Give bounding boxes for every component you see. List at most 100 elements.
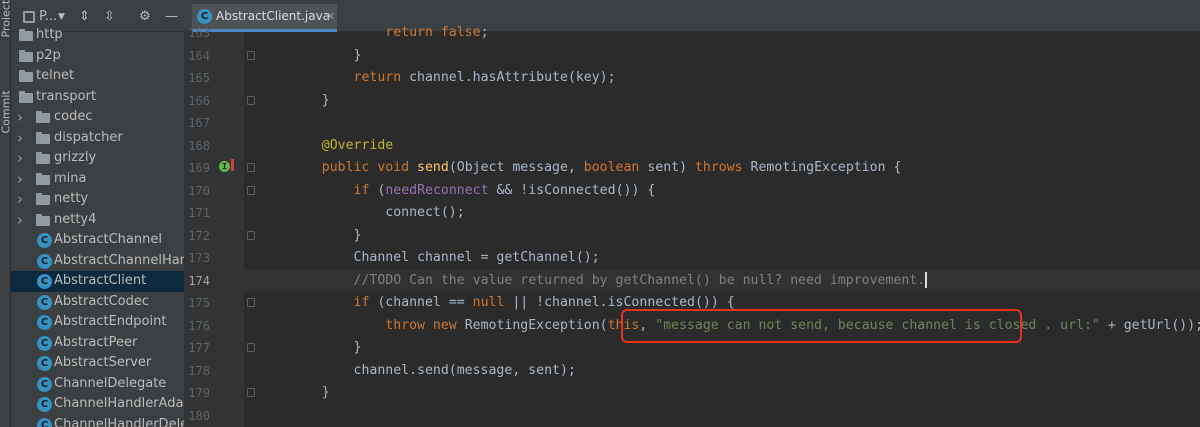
chevron-right-icon[interactable]: › (17, 169, 27, 190)
gear-icon[interactable]: ⚙ (139, 9, 151, 25)
code-token: needReconnect (385, 182, 489, 198)
code-line[interactable]: 179 } (184, 382, 1200, 405)
java-class-icon: C (37, 274, 52, 289)
java-class-icon: C (37, 417, 52, 427)
fold-marker-icon[interactable] (247, 343, 255, 352)
tree-item[interactable]: p2p (11, 46, 184, 67)
chevron-down-icon[interactable]: ▼ (58, 9, 65, 25)
code-line[interactable]: 180 (184, 405, 1200, 427)
tree-item[interactable]: › netty4 (11, 210, 184, 231)
code-line[interactable]: 170 if (needReconnect && !isConnected())… (184, 180, 1200, 203)
tree-item[interactable]: › dispatcher (11, 128, 184, 149)
fold-marker-icon[interactable] (247, 163, 255, 172)
fold-marker-icon[interactable] (247, 185, 255, 195)
code-line[interactable]: 168 @Override (184, 135, 1200, 158)
java-class-icon: C (37, 376, 52, 392)
code-token: } (290, 340, 362, 355)
tree-item-label: ChannelDelegate (54, 375, 167, 391)
hide-panel-icon[interactable]: — (165, 9, 178, 25)
tree-item[interactable]: › netty (11, 189, 184, 210)
tree-item-label: mina (54, 170, 87, 186)
tree-item[interactable]: C AbstractServer (11, 353, 184, 374)
code-line[interactable]: 166 } (184, 90, 1200, 113)
tree-item[interactable]: C ChannelHandlerAdap (11, 394, 184, 415)
code-line[interactable]: 167 (184, 112, 1200, 135)
tree-item[interactable]: C ChannelDelegate (11, 374, 184, 395)
chevron-right-icon[interactable]: › (17, 148, 27, 169)
code-text: Channel channel = getChannel(); (290, 247, 600, 270)
code-line[interactable]: 174 //TODO Can the value returned by get… (184, 269, 1200, 292)
code-line[interactable]: 164 } (184, 45, 1200, 68)
code-text: if (needReconnect && !isConnected()) { (290, 180, 656, 203)
code-token: throws (694, 160, 751, 175)
code-line[interactable]: 163 return false; (184, 22, 1200, 45)
override-arrow-icon (231, 159, 234, 171)
line-number: 171 (188, 206, 210, 220)
fold-marker-icon[interactable] (247, 50, 255, 60)
tree-item[interactable]: C AbstractCodec (11, 292, 184, 313)
expand-all-icon[interactable]: ⇕ (79, 9, 90, 25)
tree-item[interactable]: C AbstractChannelHan (11, 251, 184, 272)
tree-item[interactable]: › mina (11, 169, 184, 190)
tree-item[interactable]: C AbstractClient (11, 271, 184, 292)
fold-marker-icon[interactable] (247, 298, 255, 307)
tree-item[interactable]: C AbstractChannel (11, 230, 184, 251)
line-number: 167 (188, 116, 210, 130)
tree-item[interactable]: transport (11, 87, 184, 108)
folder-icon (36, 213, 50, 226)
project-panel: P... ▼ ⇕ ⇳ ⚙ — http p2p telnet transport › co… (11, 0, 184, 427)
chevron-right-icon[interactable]: › (17, 210, 27, 231)
tree-item[interactable]: C AbstractEndpoint (11, 312, 184, 333)
tree-item-label: AbstractChannelHan (54, 252, 184, 268)
collapse-all-icon[interactable]: ⇳ (104, 9, 115, 25)
folder-icon (19, 49, 33, 62)
code-area[interactable]: 163 return false; 164 } 165 return channel… (184, 22, 1200, 427)
code-token: sent) (647, 160, 695, 175)
tree-item[interactable]: http (11, 25, 184, 46)
tree-item-label: AbstractEndpoint (54, 314, 167, 329)
code-token: throw new (385, 317, 465, 333)
code-line[interactable]: 173 Channel channel = getChannel(); (184, 247, 1200, 270)
fold-marker-icon[interactable] (247, 388, 255, 397)
code-line[interactable]: 169 I public void send(Object message, bo… (184, 157, 1200, 180)
code-text: } (290, 45, 362, 68)
commit-tool-tab[interactable]: Commit (0, 90, 10, 133)
line-number: 177 (188, 341, 210, 355)
line-number: 180 (188, 408, 210, 423)
chevron-right-icon[interactable]: › (17, 128, 27, 149)
chevron-right-icon[interactable]: › (17, 189, 27, 210)
java-class-icon: C (37, 315, 52, 330)
project-view-selector[interactable]: P... (39, 9, 57, 25)
tree-item[interactable]: › grizzly (11, 148, 184, 169)
tree-item[interactable]: C ChannelHandlerDele (11, 415, 184, 427)
tree-item[interactable]: › codec (11, 107, 184, 128)
code-line[interactable]: 165 return channel.hasAttribute(key); (184, 67, 1200, 90)
implements-icon[interactable]: I (219, 161, 230, 172)
fold-marker-icon[interactable] (247, 230, 255, 240)
chevron-right-icon[interactable]: › (17, 107, 27, 128)
code-text: } (290, 225, 362, 248)
line-number: 175 (188, 296, 210, 310)
tree-item[interactable]: telnet (11, 66, 184, 87)
code-token: if (353, 182, 378, 198)
code-token: (channel == (377, 295, 473, 310)
code-text: connect(); (290, 202, 464, 225)
tree-item-label: AbstractChannel (54, 232, 162, 247)
tree-item[interactable]: C AbstractPeer (11, 333, 184, 354)
code-token: RemotingException { (750, 160, 902, 175)
code-token: } (290, 92, 330, 108)
line-number: 168 (188, 138, 210, 153)
project-tool-tab[interactable]: Project (0, 0, 10, 38)
code-text: channel.send(message, sent); (290, 360, 576, 383)
code-line[interactable]: 171 connect(); (184, 202, 1200, 225)
java-class-icon: C (37, 233, 52, 248)
fold-marker-icon[interactable] (247, 95, 255, 105)
code-line[interactable]: 172 } (184, 225, 1200, 248)
code-line[interactable]: 178 channel.send(message, sent); (184, 360, 1200, 383)
line-number: 170 (188, 183, 210, 198)
code-token: send (417, 160, 449, 175)
line-number: 179 (188, 386, 210, 400)
